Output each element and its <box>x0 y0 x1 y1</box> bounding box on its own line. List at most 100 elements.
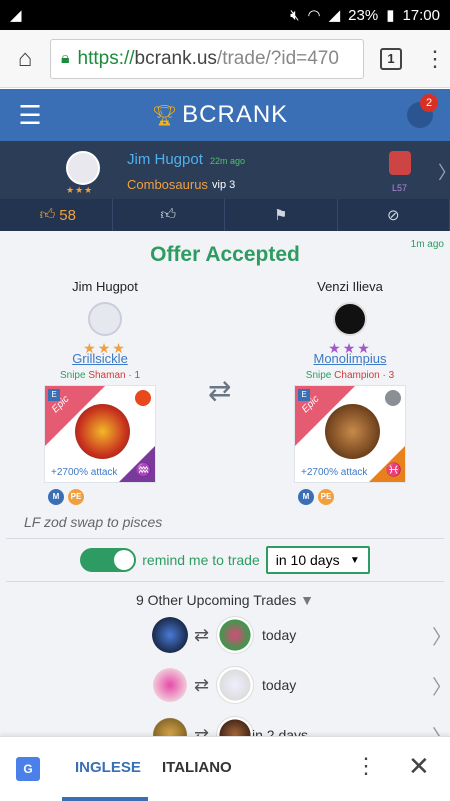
dragon-name[interactable]: Grillsickle <box>10 351 190 366</box>
skill-chips: M PE <box>260 489 440 505</box>
close-icon[interactable]: ✕ <box>408 751 430 782</box>
trader-name[interactable]: Venzi Ilieva <box>275 279 425 294</box>
wifi-icon: ◠ <box>308 6 321 24</box>
offer-status-title: Offer Accepted <box>0 243 450 267</box>
caret-down-icon: ▼ <box>350 555 360 566</box>
dragon-card[interactable]: Epic E ♒ +2700% attack <box>44 385 156 483</box>
pisces-icon: ♓ <box>386 462 402 478</box>
chip-pe: PE <box>318 489 334 505</box>
poster-team[interactable]: Combosaurus <box>127 177 208 192</box>
trade-note: LF zod swap to pisces <box>24 514 162 530</box>
poster-vip: vip 3 <box>212 179 235 191</box>
chevron-right-icon[interactable]: 〉 <box>438 159 450 185</box>
browser-menu-icon[interactable]: ⋮ <box>420 46 450 72</box>
dragon-name[interactable]: Monolimpius <box>260 351 440 366</box>
mute-icon: 🔇︎ <box>290 7 299 24</box>
site-header: ☰ 🏆︎BCRANK 2 <box>0 89 450 141</box>
block-button[interactable]: ⊘ <box>338 199 450 231</box>
offer-time: 1m ago <box>411 239 444 250</box>
poster-level: L57 <box>392 183 407 193</box>
thumbs-up-icon: 👍︎ <box>160 206 176 224</box>
trader-name[interactable]: Jim Hugpot <box>30 279 180 294</box>
remind-delay-select[interactable]: in 10 days ▼ <box>266 546 370 574</box>
chevron-right-icon: 〉 <box>432 671 450 700</box>
caret-down-icon: ▼ <box>300 592 314 608</box>
chip-m: M <box>48 489 64 505</box>
home-icon[interactable]: ⌂ <box>0 45 50 73</box>
app-notification-icon: ◢ <box>10 6 22 24</box>
dragon-thumb <box>216 666 254 704</box>
swap-icon: ⇄ <box>194 675 209 696</box>
poster-stars: ★★★ <box>66 185 93 196</box>
translate-bar: G INGLESE ITALIANO ⋮ ✕ <box>0 736 450 800</box>
battery-level: 23% <box>348 7 378 24</box>
google-translate-icon: G <box>16 757 40 781</box>
book-icon: E <box>298 389 310 401</box>
url-scheme: https:// <box>78 48 135 70</box>
divider <box>6 581 444 582</box>
attack-bonus: +2700% attack <box>51 467 117 478</box>
remind-row: remind me to trade in 10 days ▼ <box>0 546 450 574</box>
browser-toolbar: ⌂ 🔒︎ https:// bcrank.us /trade/?id=470 1… <box>0 30 450 88</box>
battery-icon: ▮ <box>386 6 394 24</box>
dragon-thumb <box>216 616 254 654</box>
remind-toggle[interactable] <box>80 548 136 572</box>
flag-icon: ⚑ <box>274 206 287 224</box>
chip-pe: PE <box>68 489 84 505</box>
like-button[interactable]: 👍︎ <box>113 199 226 231</box>
fire-element-icon <box>135 390 151 406</box>
remind-label: remind me to trade <box>142 552 260 568</box>
target-language-tab[interactable]: ITALIANO <box>162 759 232 776</box>
poster-avatar[interactable] <box>66 151 100 185</box>
chevron-right-icon: 〉 <box>432 621 450 650</box>
trader-avatar[interactable] <box>88 302 122 336</box>
tab-switcher-button[interactable]: 1 <box>380 48 402 70</box>
thumbs-up-icon: 👍︎ <box>40 206 56 224</box>
flag-button[interactable]: ⚑ <box>225 199 338 231</box>
dragon-offered: Grillsickle Snipe Shaman · 1 Epic E ♒ +2… <box>10 351 190 505</box>
trader-left: Jim Hugpot ★★★ <box>30 279 180 357</box>
signal-icon: ◢ <box>329 6 341 24</box>
dragon-thumb <box>152 667 188 703</box>
trader-avatar[interactable] <box>333 302 367 336</box>
active-tab-indicator <box>62 797 148 801</box>
dragon-card[interactable]: Epic E ♓ +2700% attack <box>294 385 406 483</box>
notification-badge: 2 <box>420 94 438 112</box>
source-language-tab[interactable]: INGLESE <box>75 759 141 776</box>
attack-bonus: +2700% attack <box>301 467 367 478</box>
divider <box>6 538 444 539</box>
hamburger-menu-icon[interactable]: ☰ <box>0 100 60 131</box>
url-host: bcrank.us <box>135 48 217 70</box>
like-count-button[interactable]: 👍︎58 <box>0 199 113 231</box>
dragon-thumb <box>152 617 188 653</box>
upcoming-trades-toggle[interactable]: 9 Other Upcoming Trades ▼ <box>0 592 450 608</box>
lock-icon: 🔒︎ <box>61 50 70 68</box>
upcoming-trade-row[interactable]: ⇄ today 〉 <box>0 611 450 659</box>
skill-chips: M PE <box>10 489 190 505</box>
brand-logo[interactable]: 🏆︎BCRANK <box>60 101 390 129</box>
translate-options-icon[interactable]: ⋮ <box>355 753 377 779</box>
poster-name[interactable]: Jim Hugpot <box>127 151 203 168</box>
status-bar: ◢ 🔇︎ ◠ ◢ 23% ▮ 17:00 <box>0 0 450 30</box>
action-bar: 👍︎58 👍︎ ⚑ ⊘ <box>0 199 450 231</box>
metal-element-icon <box>385 390 401 406</box>
upcoming-trade-row[interactable]: ⇄ today 〉 <box>0 661 450 709</box>
dragon-received: Monolimpius Snipe Champion · 3 Epic E ♓ … <box>260 351 440 505</box>
url-bar[interactable]: 🔒︎ https:// bcrank.us /trade/?id=470 <box>50 39 364 79</box>
dragon-meta: Snipe Champion · 3 <box>260 370 440 381</box>
swap-icon: ⇄ <box>194 625 209 646</box>
chip-m: M <box>298 489 314 505</box>
poster-bar: ★★★ Jim Hugpot 22m ago Combosaurus vip 3… <box>0 141 450 199</box>
dragon-meta: Snipe Shaman · 1 <box>10 370 190 381</box>
trophy-icon: 🏆︎ <box>152 105 178 127</box>
clock: 17:00 <box>402 7 440 24</box>
post-time: 22m ago <box>210 156 245 166</box>
trader-right: Venzi Ilieva ★★★ <box>275 279 425 357</box>
trade-content: Offer Accepted 1m ago Jim Hugpot ★★★ Ven… <box>0 231 450 736</box>
aquarius-icon: ♒ <box>136 462 152 478</box>
notifications-button[interactable]: 2 <box>390 102 450 128</box>
block-icon: ⊘ <box>387 206 400 224</box>
swap-arrows-icon: ⇄ <box>208 374 231 407</box>
url-path: /trade/?id=470 <box>217 48 339 70</box>
book-icon: E <box>48 389 60 401</box>
